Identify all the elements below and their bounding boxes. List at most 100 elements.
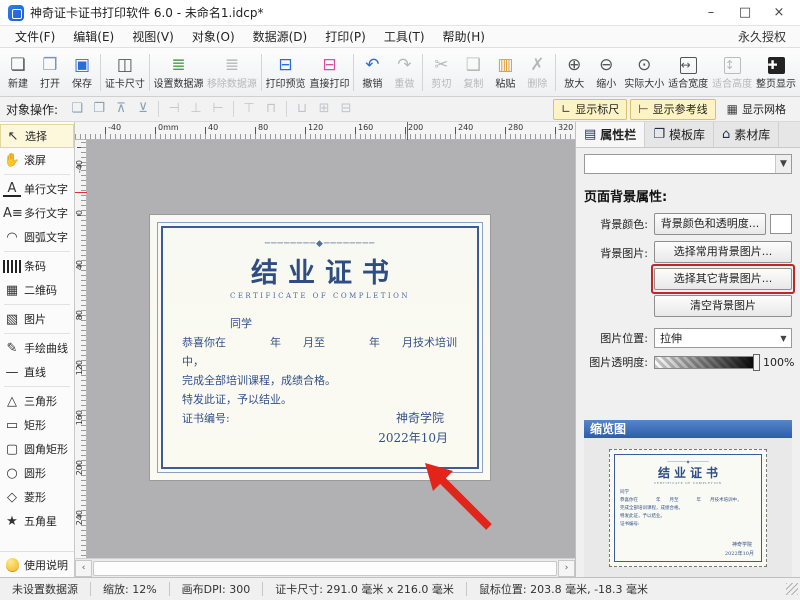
direct-print-button[interactable]: ⊟直接打印 — [308, 50, 352, 95]
tool-arc-text[interactable]: ◠圆弧文字 — [0, 225, 74, 249]
minimize-button[interactable]: – — [694, 2, 728, 24]
paste-button[interactable]: ▥粘贴 — [489, 50, 521, 95]
slider-handle[interactable] — [753, 354, 760, 371]
open-button[interactable]: ❒打开 — [34, 50, 66, 95]
menu-help[interactable]: 帮助(H) — [434, 26, 494, 48]
chevron-down-icon[interactable]: ▼ — [775, 155, 791, 173]
zoom-out-button[interactable]: ⊖缩小 — [590, 50, 622, 95]
redo-button: ↷重做 — [388, 50, 420, 95]
clear-bg-button[interactable]: 清空背景图片 — [654, 295, 792, 317]
license-badge: 永久授权 — [738, 28, 794, 45]
tool-barcode[interactable]: 条码 — [0, 254, 74, 278]
mouse-position-marker-h — [407, 122, 408, 140]
bg-color-swatch[interactable] — [770, 214, 792, 234]
actual-size-button[interactable]: ⊙实际大小 — [622, 50, 666, 95]
tool-star[interactable]: ★五角星 — [0, 509, 74, 533]
bg-color-label: 背景颜色: — [584, 216, 654, 232]
tool-rectangle[interactable]: ▭矩形 — [0, 413, 74, 437]
redo-icon: ↷ — [397, 55, 411, 75]
tool-qrcode[interactable]: ▦二维码 — [0, 278, 74, 302]
new-button[interactable]: ❏新建 — [2, 50, 34, 95]
tool-diamond[interactable]: ◇菱形 — [0, 485, 74, 509]
menu-print[interactable]: 打印(P) — [316, 26, 375, 48]
image-position-select[interactable]: 拉伸 ▼ — [654, 328, 792, 348]
object-bar-separator — [233, 101, 234, 117]
tool-scroll[interactable]: ✋滚屏 — [0, 148, 74, 172]
scroll-left-arrow-icon[interactable]: ‹ — [75, 560, 92, 577]
certificate-issuer[interactable]: 神奇学院 — [396, 409, 444, 426]
card-size-button[interactable]: ◫证卡尺寸 — [103, 50, 147, 95]
tool-triangle[interactable]: △三角形 — [0, 389, 74, 413]
tool-freehand-curve[interactable]: ✎手绘曲线 — [0, 336, 74, 360]
layer-up-icon: ⊼ — [111, 100, 131, 118]
show-ruler-toggle[interactable]: ∟显示标尺 — [553, 99, 627, 120]
tool-circle[interactable]: ○圆形 — [0, 461, 74, 485]
mouse-position-marker-v — [75, 192, 87, 193]
design-canvas[interactable]: ────────◆──────── 结业证书 CERTIFICATE OF CO… — [87, 140, 575, 558]
thumbnail-header: 缩览图 — [584, 420, 792, 438]
barcode-icon — [3, 260, 21, 273]
menu-tools[interactable]: 工具(T) — [375, 26, 434, 48]
save-button[interactable]: ▣保存 — [66, 50, 98, 95]
arc-text-icon: ◠ — [3, 230, 21, 245]
scroll-right-arrow-icon[interactable]: › — [558, 560, 575, 577]
properties-panel: ▤属性栏 ❐模板库 ⌂素材库 ▼ 页面背景属性: 背景颜色: 背景颜色和透明度.… — [575, 122, 800, 577]
layer-back-icon: ❐ — [89, 100, 109, 118]
certificate-title[interactable]: 结业证书 — [168, 251, 472, 290]
object-selector-combobox[interactable]: ▼ — [584, 154, 792, 174]
scrollbar-thumb[interactable] — [93, 561, 557, 576]
dpi-status: 画布DPI: 300 — [170, 581, 263, 597]
fit-width-button[interactable]: ↔适合宽度 — [666, 50, 710, 95]
undo-button[interactable]: ↶撤销 — [356, 50, 388, 95]
image-opacity-slider[interactable] — [654, 356, 758, 369]
toolbar-separator — [261, 54, 262, 91]
close-button[interactable]: × — [762, 2, 796, 24]
toolbar-separator — [422, 54, 423, 91]
menu-file[interactable]: 文件(F) — [6, 26, 64, 48]
ruler-icon: ∟ — [561, 102, 571, 116]
select-common-bg-button[interactable]: 选择常用背景图片... — [654, 241, 792, 263]
print-preview-button[interactable]: ⊟打印预览 — [264, 50, 308, 95]
new-document-icon: ❏ — [10, 55, 25, 75]
certificate-thumbnail[interactable]: ────────◆──────── 结业证书 CERTIFICATE OF CO… — [609, 449, 767, 567]
horizontal-scrollbar[interactable]: ‹ › — [75, 558, 575, 577]
tool-line[interactable]: —直线 — [0, 360, 74, 384]
bg-color-button[interactable]: 背景颜色和透明度... — [654, 213, 766, 235]
menu-view[interactable]: 视图(V) — [123, 26, 183, 48]
rounded-rectangle-icon: ▢ — [3, 442, 21, 457]
show-grid-toggle[interactable]: ▦显示网格 — [719, 99, 794, 120]
certificate-subtitle[interactable]: CERTIFICATE OF COMPLETION — [168, 292, 472, 300]
set-datasource-button[interactable]: ≣设置数据源 — [152, 50, 205, 95]
app-icon — [8, 5, 24, 21]
zoom-in-button[interactable]: ⊕放大 — [558, 50, 590, 95]
tab-properties[interactable]: ▤属性栏 — [576, 122, 645, 147]
tab-material-library[interactable]: ⌂素材库 — [714, 122, 779, 147]
select-other-bg-button[interactable]: 选择其它背景图片... — [654, 268, 792, 290]
tool-separator — [4, 333, 70, 334]
certificate-page[interactable]: ────────◆──────── 结业证书 CERTIFICATE OF CO… — [150, 215, 490, 480]
card-size-icon: ◫ — [117, 55, 133, 75]
tool-select[interactable]: ↖选择 — [0, 124, 74, 148]
help-button[interactable]: 使用说明 — [0, 551, 74, 577]
tool-image[interactable]: ▧图片 — [0, 307, 74, 331]
tool-rounded-rectangle[interactable]: ▢圆角矩形 — [0, 437, 74, 461]
menu-object[interactable]: 对象(O) — [183, 26, 244, 48]
tool-multi-line-text[interactable]: A≡多行文字 — [0, 201, 74, 225]
align-middle-icon: ⊓ — [261, 100, 281, 118]
open-folder-icon: ❒ — [42, 55, 57, 75]
tab-template-library[interactable]: ❐模板库 — [645, 122, 714, 147]
ornament-flourish: ────────◆──────── — [168, 239, 472, 249]
undo-icon: ↶ — [365, 55, 379, 75]
chevron-down-icon[interactable]: ▼ — [776, 334, 791, 343]
circle-icon: ○ — [3, 466, 21, 481]
window-title: 神奇证卡证书打印软件 6.0 - 未命名1.idcp* — [30, 4, 694, 21]
menu-datasource[interactable]: 数据源(D) — [244, 26, 317, 48]
tool-single-line-text[interactable]: A单行文字 — [0, 177, 74, 201]
full-page-button[interactable]: ✚整页显示 — [754, 50, 798, 95]
menu-edit[interactable]: 编辑(E) — [64, 26, 123, 48]
maximize-button[interactable]: □ — [728, 2, 762, 24]
show-guides-toggle[interactable]: ⊢显示参考线 — [630, 99, 715, 120]
fit-height-button: ↕适合高度 — [710, 50, 754, 95]
clipboard-icon: ▥ — [497, 55, 513, 75]
certificate-date[interactable]: 2022年10月 — [378, 429, 448, 446]
